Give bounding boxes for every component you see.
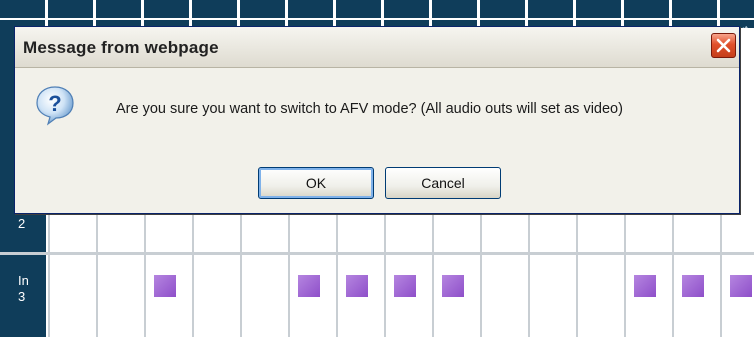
close-icon	[716, 38, 731, 53]
dialog-title: Message from webpage	[23, 38, 219, 57]
dialog-message: Are you sure you want to switch to AFV m…	[116, 101, 623, 117]
route-tile[interactable]	[442, 275, 464, 297]
route-tile[interactable]	[394, 275, 416, 297]
matrix-row-in-3	[48, 255, 754, 337]
route-tile[interactable]	[298, 275, 320, 297]
route-tile[interactable]	[682, 275, 704, 297]
close-button[interactable]	[711, 33, 736, 58]
svg-text:?: ?	[48, 91, 61, 116]
row-header-in-3: In 3	[0, 255, 46, 337]
ok-button[interactable]: OK	[258, 167, 374, 199]
dialog-title-bar[interactable]: Message from webpage	[15, 27, 739, 68]
column-header-strip	[0, 0, 754, 28]
route-tile[interactable]	[346, 275, 368, 297]
route-tile[interactable]	[634, 275, 656, 297]
route-tile[interactable]	[730, 275, 752, 297]
question-icon: ?	[36, 86, 74, 126]
route-tile[interactable]	[154, 275, 176, 297]
cancel-button[interactable]: Cancel	[385, 167, 501, 199]
confirm-dialog: Message from webpage ? Are you sure you …	[14, 26, 740, 214]
dialog-body: ? Are you sure you want to switch to AFV…	[15, 68, 739, 213]
